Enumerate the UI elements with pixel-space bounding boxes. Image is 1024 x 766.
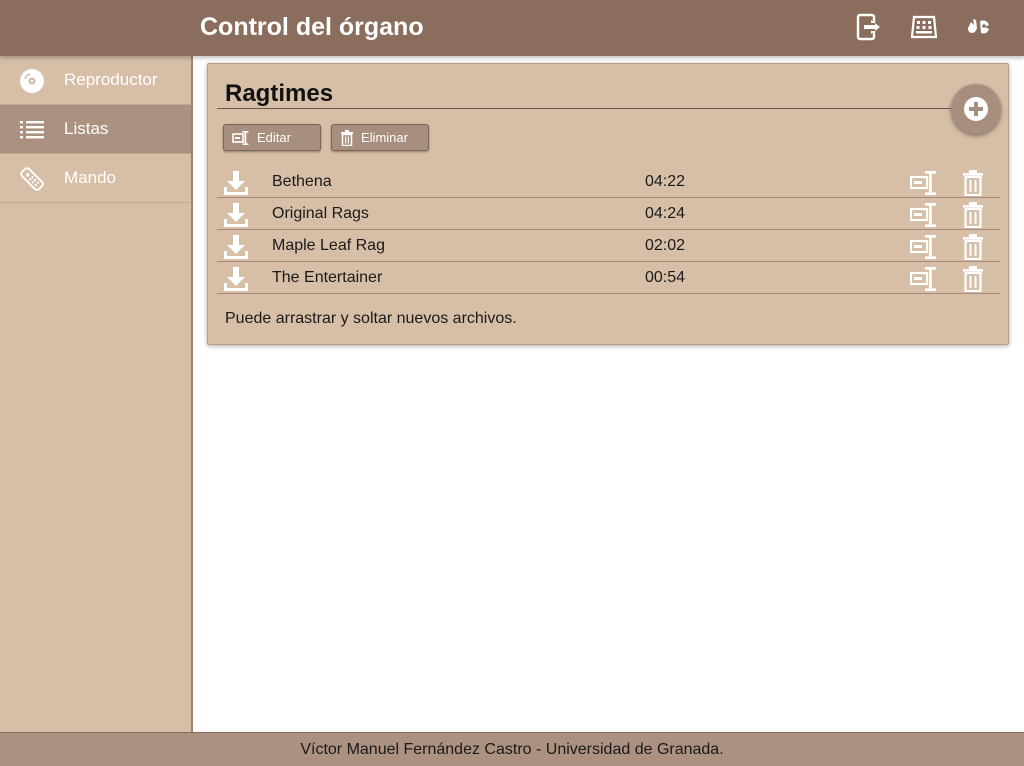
rename-icon[interactable] [910, 233, 938, 261]
rename-icon [232, 130, 250, 146]
delete-button-label: Eliminar [361, 130, 408, 145]
edit-button-label: Editar [257, 130, 291, 145]
accessibility-icon[interactable] [964, 12, 994, 42]
logout-icon[interactable] [854, 12, 884, 42]
download-icon[interactable] [222, 265, 250, 293]
footer-credit: Víctor Manuel Fernández Castro - Univers… [300, 740, 724, 758]
track-row[interactable]: Original Rags 04:24 [217, 198, 1000, 230]
track-name: The Entertainer [272, 269, 383, 286]
remote-icon [18, 165, 46, 193]
download-icon[interactable] [222, 233, 250, 261]
playlist-title: Ragtimes [225, 80, 334, 107]
disc-icon [18, 67, 46, 95]
keyboard-icon[interactable] [909, 12, 939, 42]
rename-icon[interactable] [910, 201, 938, 229]
track-name: Maple Leaf Rag [272, 237, 385, 254]
add-track-button[interactable] [951, 84, 1001, 134]
trash-icon[interactable] [959, 233, 987, 261]
sidebar-item-listas[interactable]: Listas [0, 105, 191, 154]
drag-drop-hint: Puede arrastrar y soltar nuevos archivos… [225, 310, 517, 327]
track-duration: 02:02 [645, 237, 686, 254]
track-row[interactable]: The Entertainer 00:54 [217, 262, 1000, 294]
rename-icon[interactable] [910, 169, 938, 197]
download-icon[interactable] [222, 201, 250, 229]
track-row[interactable]: Bethena 04:22 [217, 166, 1000, 198]
download-icon[interactable] [222, 169, 250, 197]
playlist-card: Ragtimes Editar Eliminar Bethena 04:22 O… [207, 63, 1009, 345]
trash-icon[interactable] [959, 265, 987, 293]
sidebar-item-reproductor[interactable]: Reproductor [0, 56, 191, 105]
rename-icon[interactable] [910, 265, 938, 293]
track-duration: 04:24 [645, 205, 686, 222]
delete-playlist-button[interactable]: Eliminar [331, 124, 429, 151]
trash-icon[interactable] [959, 201, 987, 229]
track-duration: 00:54 [645, 269, 686, 286]
track-name: Bethena [272, 173, 332, 190]
trash-icon[interactable] [959, 169, 987, 197]
top-bar: Control del órgano [0, 0, 1024, 56]
trash-icon [340, 129, 354, 146]
track-name: Original Rags [272, 205, 369, 222]
track-row[interactable]: Maple Leaf Rag 02:02 [217, 230, 1000, 262]
plus-circle-icon [964, 97, 988, 121]
footer: Víctor Manuel Fernández Castro - Univers… [0, 732, 1024, 766]
track-duration: 04:22 [645, 173, 686, 190]
sidebar-item-mando[interactable]: Mando [0, 154, 191, 203]
sidebar-item-label: Mando [64, 168, 116, 187]
sidebar: Reproductor Listas Mando [0, 56, 193, 732]
sidebar-item-label: Reproductor [64, 70, 158, 89]
edit-playlist-button[interactable]: Editar [223, 124, 321, 151]
sidebar-item-label: Listas [64, 119, 109, 138]
app-title: Control del órgano [200, 13, 424, 41]
title-divider [217, 108, 957, 109]
list-icon [18, 116, 46, 144]
